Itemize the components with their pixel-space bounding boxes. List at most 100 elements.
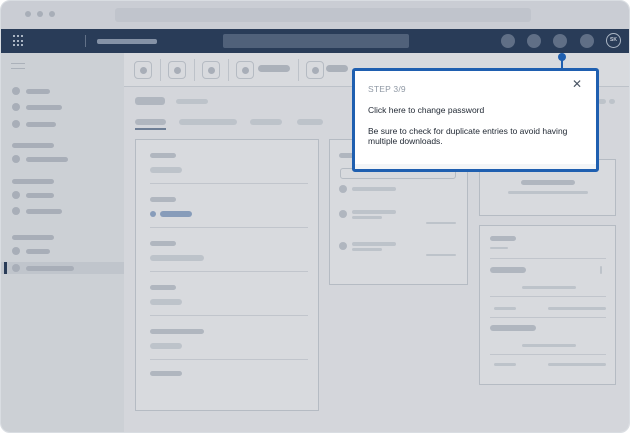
active-indicator bbox=[4, 262, 7, 274]
more-options-icon[interactable] bbox=[600, 266, 602, 274]
field-value bbox=[150, 299, 182, 305]
field-divider bbox=[150, 315, 308, 316]
tour-body: Be sure to check for duplicate entries t… bbox=[368, 126, 568, 146]
toolbar-label[interactable] bbox=[258, 65, 290, 72]
field-divider bbox=[150, 359, 308, 360]
tab[interactable] bbox=[297, 119, 323, 125]
list-item[interactable] bbox=[352, 242, 396, 246]
list-item[interactable] bbox=[352, 210, 396, 214]
toolbar-label[interactable] bbox=[326, 65, 348, 72]
list-item-icon bbox=[339, 185, 347, 193]
info-row-meta bbox=[494, 363, 516, 366]
list-item-icon bbox=[339, 242, 347, 250]
menu-icon[interactable] bbox=[11, 63, 25, 69]
panel-divider bbox=[490, 258, 606, 259]
tour-title: Click here to change password bbox=[368, 105, 485, 115]
toolbar-button[interactable] bbox=[202, 61, 220, 79]
window-dot-close[interactable] bbox=[25, 11, 31, 17]
pagination-indicator bbox=[598, 99, 606, 104]
sidebar-item[interactable] bbox=[26, 89, 50, 94]
sidebar-item-icon bbox=[12, 103, 20, 111]
summary-value bbox=[521, 180, 575, 185]
toolbar-divider bbox=[228, 59, 229, 81]
sidebar-item[interactable] bbox=[26, 122, 56, 127]
sidebar bbox=[1, 53, 124, 432]
close-icon[interactable]: ✕ bbox=[570, 77, 584, 91]
sidebar-section-label bbox=[12, 143, 54, 148]
sidebar-item-icon bbox=[12, 120, 20, 128]
toolbar-button[interactable] bbox=[306, 61, 324, 79]
panel-title bbox=[490, 236, 516, 241]
info-row-value bbox=[522, 286, 576, 289]
list-item[interactable] bbox=[352, 187, 396, 191]
toolbar-button[interactable] bbox=[236, 61, 254, 79]
window-dot-maximize[interactable] bbox=[49, 11, 55, 17]
info-row-meta bbox=[494, 307, 516, 310]
sidebar-section-label bbox=[12, 235, 54, 240]
pagination-indicator bbox=[609, 99, 615, 104]
sidebar-item[interactable] bbox=[26, 209, 62, 214]
app-window: SK STEP 3/9 ✕ Click here to change passw… bbox=[0, 0, 630, 433]
field-divider bbox=[150, 227, 308, 228]
sidebar-item-icon bbox=[12, 264, 20, 272]
header-action-icon[interactable] bbox=[580, 34, 594, 48]
field-label bbox=[150, 371, 182, 376]
sidebar-item[interactable] bbox=[26, 105, 62, 110]
field-divider bbox=[150, 271, 308, 272]
list-item-date bbox=[426, 254, 456, 256]
tab-active[interactable] bbox=[135, 119, 166, 125]
app-launcher-icon[interactable] bbox=[13, 35, 25, 47]
field-link[interactable] bbox=[160, 211, 192, 217]
field-value bbox=[150, 255, 204, 261]
sidebar-item[interactable] bbox=[26, 157, 68, 162]
tour-step-label: STEP 3/9 bbox=[368, 84, 406, 94]
user-avatar[interactable]: SK bbox=[606, 33, 621, 48]
summary-caption bbox=[508, 191, 588, 194]
tab[interactable] bbox=[179, 119, 237, 125]
toolbar-divider bbox=[298, 59, 299, 81]
toolbar-divider bbox=[194, 59, 195, 81]
details-panel bbox=[135, 139, 319, 411]
sidebar-section-label bbox=[12, 179, 54, 184]
field-label bbox=[150, 197, 176, 202]
info-row-label bbox=[490, 325, 536, 331]
page-subtitle bbox=[176, 99, 208, 104]
tour-popover: STEP 3/9 ✕ Click here to change password… bbox=[352, 68, 599, 172]
sidebar-item-icon bbox=[12, 247, 20, 255]
info-row-meta bbox=[548, 307, 606, 310]
sidebar-item-icon bbox=[12, 155, 20, 163]
tab[interactable] bbox=[250, 119, 282, 125]
toolbar-divider bbox=[160, 59, 161, 81]
tour-pointer-dot bbox=[558, 53, 566, 61]
window-dot-minimize[interactable] bbox=[37, 11, 43, 17]
tab-active-underline bbox=[135, 128, 166, 130]
panel-divider bbox=[490, 354, 606, 355]
panel-divider bbox=[490, 296, 606, 297]
field-label bbox=[150, 329, 204, 334]
field-value bbox=[150, 343, 182, 349]
sidebar-item[interactable] bbox=[26, 193, 54, 198]
list-item-icon bbox=[339, 210, 347, 218]
field-value bbox=[150, 167, 182, 173]
list-item-date bbox=[426, 222, 456, 224]
app-name-placeholder bbox=[97, 39, 157, 44]
field-divider bbox=[150, 183, 308, 184]
address-bar[interactable] bbox=[115, 8, 531, 22]
sidebar-item-label bbox=[26, 266, 74, 271]
global-search-input[interactable] bbox=[223, 34, 409, 48]
sidebar-item[interactable] bbox=[26, 249, 50, 254]
header-divider bbox=[85, 35, 86, 47]
list-item-meta bbox=[352, 216, 382, 219]
page-title bbox=[135, 97, 165, 105]
field-label bbox=[150, 285, 176, 290]
info-row-label bbox=[490, 267, 526, 273]
info-row-meta bbox=[548, 363, 606, 366]
info-panel bbox=[479, 225, 616, 385]
browser-chrome bbox=[1, 1, 629, 29]
header-action-icon[interactable] bbox=[527, 34, 541, 48]
panel-divider bbox=[490, 317, 606, 318]
header-action-icon[interactable] bbox=[501, 34, 515, 48]
toolbar-button[interactable] bbox=[168, 61, 186, 79]
toolbar-button[interactable] bbox=[134, 61, 152, 79]
header-action-icon[interactable] bbox=[553, 34, 567, 48]
